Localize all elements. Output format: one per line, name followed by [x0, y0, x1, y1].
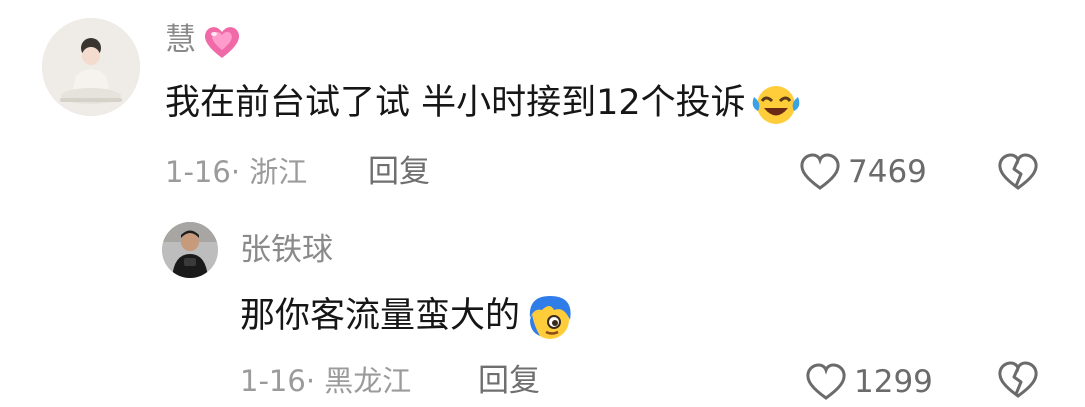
comment-meta: 1-16· 黑龙江: [240, 364, 412, 398]
dislike-button[interactable]: [996, 152, 1040, 196]
avatar-man-with-phone-icon: [162, 222, 218, 278]
comment-username[interactable]: 慧: [165, 20, 242, 60]
comment-text-body: 那你客流量蛮大的: [240, 296, 521, 336]
broken-heart-icon: [998, 153, 1038, 190]
comment-meta: 1-16· 浙江: [165, 155, 308, 189]
username-text: 慧: [165, 22, 196, 58]
reply-button[interactable]: 回复: [478, 362, 540, 400]
like-count: 1299: [854, 364, 933, 400]
avatar[interactable]: [42, 18, 140, 116]
dislike-button[interactable]: [996, 360, 1040, 404]
avatar[interactable]: [162, 222, 218, 278]
reply-button[interactable]: 回复: [368, 153, 430, 191]
comment-text: 那你客流量蛮大的: [240, 292, 576, 342]
comment-username[interactable]: 张铁球: [240, 230, 333, 270]
laughing-crying-emoji-icon: [752, 86, 800, 124]
avatar-meditating-figure-icon: [42, 18, 140, 116]
broken-heart-icon: [998, 361, 1038, 398]
comment-thread: 慧 我在前台试了试 半小时接到12个投诉 1-16· 浙江 回复 7469 张铁…: [0, 0, 1085, 407]
like-button[interactable]: 1299: [804, 360, 933, 404]
heart-outline-icon: [800, 153, 840, 190]
pink-heart-icon: [204, 26, 240, 58]
like-count: 7469: [848, 154, 927, 190]
heart-outline-icon: [806, 363, 846, 400]
blue-hair-peeking-emoji-icon: [529, 296, 571, 339]
comment-text-body: 我在前台试了试 半小时接到12个投诉: [165, 83, 746, 123]
comment-text: 我在前台试了试 半小时接到12个投诉: [165, 80, 802, 127]
like-button[interactable]: 7469: [798, 150, 927, 194]
